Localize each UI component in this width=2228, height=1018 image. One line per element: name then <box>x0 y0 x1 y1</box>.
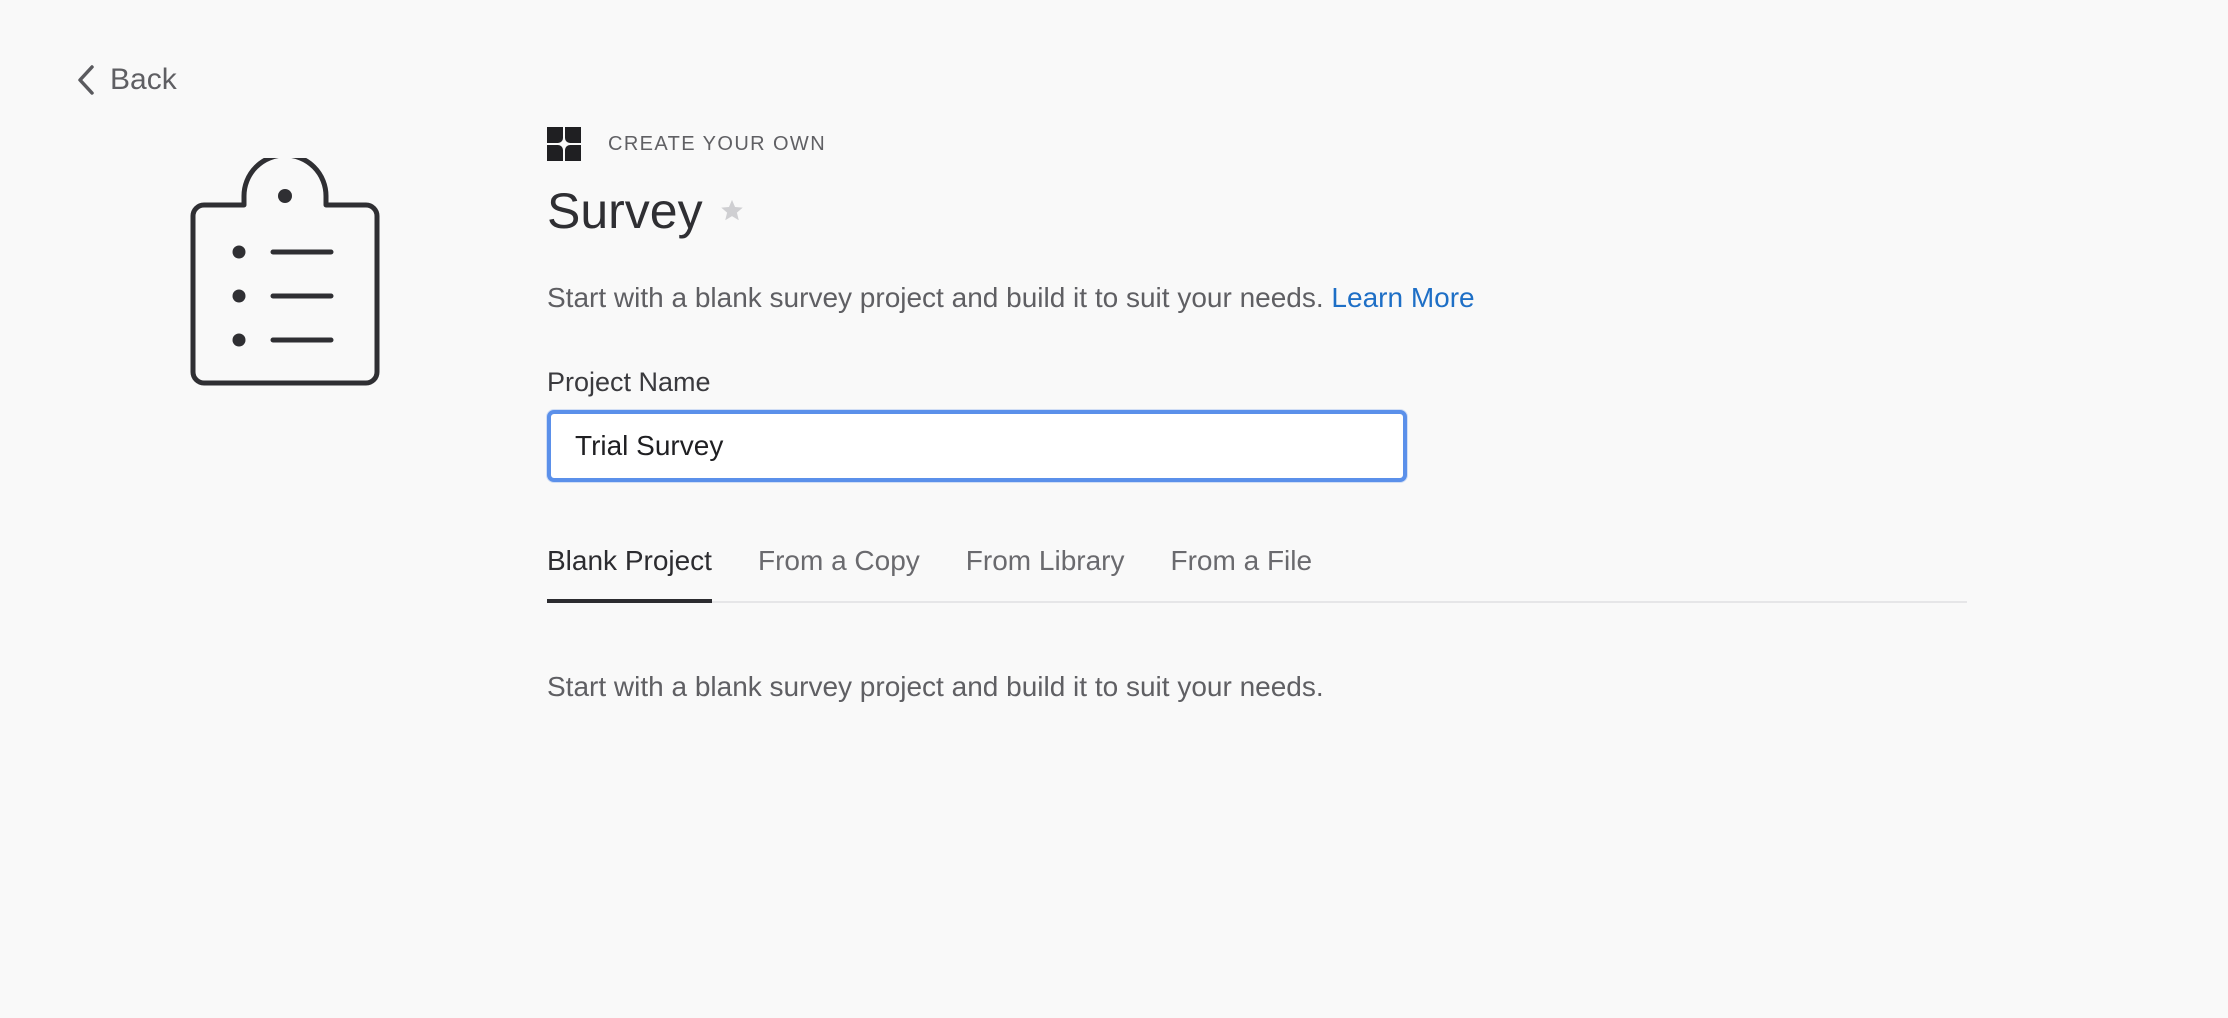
tab-panel-text: Start with a blank survey project and bu… <box>547 671 1324 702</box>
page-title: Survey <box>547 183 703 239</box>
eyebrow-label: CREATE YOUR OWN <box>608 132 827 155</box>
tab-from-a-file[interactable]: From a File <box>1171 537 1313 601</box>
clipboard-list-icon <box>190 158 380 388</box>
tab-from-a-copy[interactable]: From a Copy <box>758 537 920 601</box>
favorite-button[interactable] <box>718 197 746 230</box>
project-name-input[interactable] <box>547 410 1407 482</box>
project-source-tabs: Blank Project From a Copy From Library F… <box>547 537 1967 603</box>
eyebrow: CREATE YOUR OWN <box>547 126 1967 162</box>
project-name-label: Project Name <box>547 367 711 397</box>
tab-from-library[interactable]: From Library <box>966 537 1125 601</box>
back-button[interactable]: Back <box>74 60 177 100</box>
description: Start with a blank survey project and bu… <box>547 278 1967 318</box>
back-label: Back <box>110 63 177 96</box>
qualtrics-logo-icon <box>547 127 581 161</box>
chevron-left-icon <box>74 62 98 98</box>
tab-blank-project[interactable]: Blank Project <box>547 537 712 603</box>
description-text: Start with a blank survey project and bu… <box>547 282 1324 313</box>
learn-more-link[interactable]: Learn More <box>1331 282 1474 313</box>
main-content: CREATE YOUR OWN Survey Start with a blan… <box>547 126 1967 707</box>
star-icon <box>718 197 746 230</box>
title-row: Survey <box>547 179 1967 243</box>
